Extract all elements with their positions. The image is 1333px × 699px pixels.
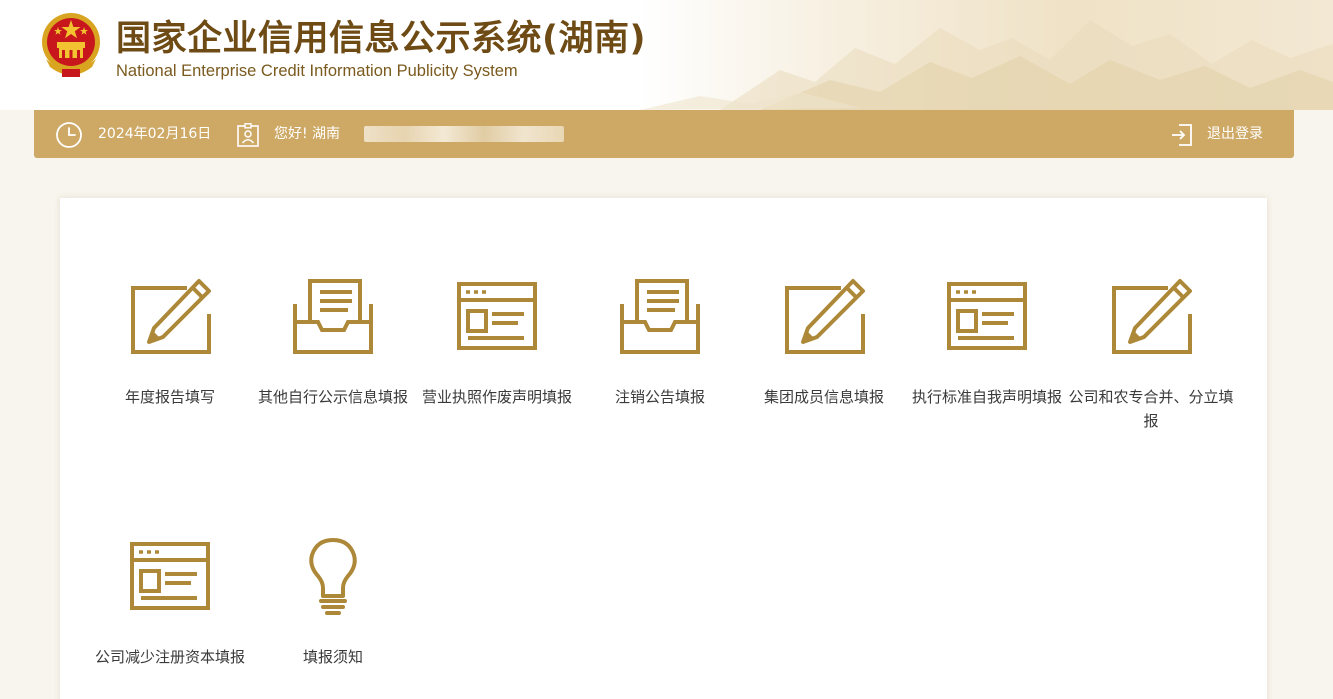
tile-deregistration[interactable]: 注销公告填报 [577, 278, 743, 409]
edit-icon [1112, 279, 1192, 354]
user-greeting: 您好! 湖南 [274, 126, 341, 142]
tile-label: 公司减少注册资本填报 [94, 648, 245, 666]
tile-label: 执行标准自我声明填报 [911, 388, 1062, 406]
site-header: 国家企业信用信息公示系统(湖南) National Enterprise Cre… [0, 0, 1333, 110]
tile-label: 年度报告填写 [124, 388, 215, 406]
page: 国家企业信用信息公示系统(湖南) National Enterprise Cre… [0, 0, 1333, 699]
site-title: 国家企业信用信息公示系统(湖南) [116, 19, 646, 59]
clock-icon [56, 122, 82, 148]
inbox-document-icon [293, 279, 373, 354]
tile-label: 集团成员信息填报 [763, 388, 884, 406]
tile-group-members[interactable]: 集团成员信息填报 [741, 278, 907, 409]
tile-annual-report[interactable]: 年度报告填写 [87, 278, 253, 409]
lightbulb-icon [309, 538, 357, 615]
tile-capital-reduction[interactable]: 公司减少注册资本填报 [87, 538, 253, 669]
tile-label: 公司和农专合并、分立填报 [1068, 388, 1234, 430]
user-status-bar: 2024年02月16日 您好! 湖南 退出登录 [34, 110, 1294, 158]
edit-icon [785, 279, 865, 354]
tile-merger-split[interactable]: 公司和农专合并、分立填报 [1068, 278, 1234, 433]
inbox-document-icon [620, 279, 700, 354]
user-card-icon [237, 123, 259, 147]
mountain-background-decoration [640, 20, 1333, 110]
site-subtitle: National Enterprise Credit Information P… [116, 62, 518, 80]
national-emblem-icon [42, 13, 100, 77]
redacted-username [364, 126, 564, 142]
tile-label: 其他自行公示信息填报 [257, 388, 408, 406]
service-panel: 年度报告填写 其他自行公示信息填报 营业执照作废声明填报 注销公告填报 集团成员… [60, 198, 1267, 699]
tile-label: 填报须知 [302, 648, 363, 666]
tile-filing-notice[interactable]: 填报须知 [250, 538, 416, 669]
browser-window-icon [130, 542, 210, 610]
logout-icon[interactable] [1170, 123, 1194, 147]
tile-label: 营业执照作废声明填报 [421, 388, 572, 406]
current-date: 2024年02月16日 [98, 126, 212, 142]
tile-license-void[interactable]: 营业执照作废声明填报 [414, 278, 580, 409]
tile-standard-declaration[interactable]: 执行标准自我声明填报 [904, 278, 1070, 409]
edit-icon [131, 279, 211, 354]
logout-button[interactable]: 退出登录 [1207, 110, 1263, 158]
browser-window-icon [457, 282, 537, 350]
tile-other-disclosure[interactable]: 其他自行公示信息填报 [250, 278, 416, 409]
tile-label: 注销公告填报 [614, 388, 705, 406]
browser-window-icon [947, 282, 1027, 350]
